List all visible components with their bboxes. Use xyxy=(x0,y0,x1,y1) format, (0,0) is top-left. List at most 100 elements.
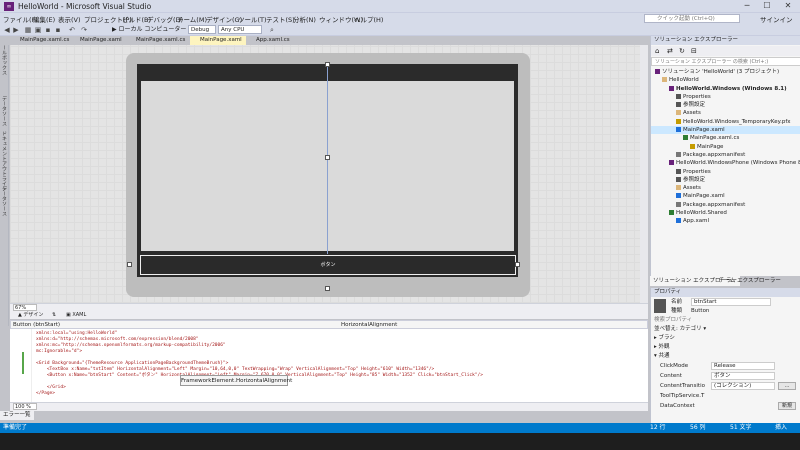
find-icon[interactable]: ⌕ xyxy=(268,26,276,34)
close-button[interactable]: ✕ xyxy=(779,0,797,12)
document-outline-tab[interactable]: ドキュメントアウトライン xyxy=(1,131,8,191)
menu-help[interactable]: ヘルプ(H) xyxy=(354,14,383,24)
home-icon[interactable]: ⌂ xyxy=(655,47,659,55)
code-zoom-select[interactable]: 100 % xyxy=(13,403,37,410)
tree-item[interactable]: HelloWorld.Shared xyxy=(651,209,800,217)
tree-item[interactable]: HelloWorld xyxy=(651,76,800,84)
swap-panes-button[interactable]: ⇅ xyxy=(52,311,56,319)
zoom-select[interactable]: 67% xyxy=(13,304,37,311)
toolbox-tab[interactable]: ツールボックス xyxy=(1,40,8,75)
open-icon[interactable]: ▣ xyxy=(34,26,42,34)
reference-icon xyxy=(676,102,681,108)
menu-view[interactable]: 表示(V) xyxy=(58,14,81,24)
document-tabs: MainPage.xaml.cs MainPage.xaml MainPage.… xyxy=(0,36,648,45)
maximize-button[interactable]: ☐ xyxy=(758,0,776,12)
toolbar: ◀ ▶ ▦ ▣ ▪ ▪ ↶ ↷ ▶ ローカル コンピューター Debug Any… xyxy=(0,24,800,36)
configuration-select[interactable]: Debug xyxy=(188,25,216,34)
minimize-button[interactable]: ─ xyxy=(738,0,756,12)
undo-icon[interactable]: ↶ xyxy=(68,26,76,34)
property-value[interactable]: ボタン xyxy=(711,372,775,380)
data-source-tab-2[interactable]: データソース xyxy=(1,186,8,216)
element-select[interactable]: Button (btnStart) xyxy=(13,322,333,329)
margin-handle[interactable] xyxy=(325,155,330,160)
char-indicator: 51 文字 xyxy=(730,424,752,431)
tree-item[interactable]: MainPage.xaml xyxy=(651,192,800,200)
resize-handle-left[interactable] xyxy=(127,262,132,267)
tab-app-xaml-cs[interactable]: App.xaml.cs xyxy=(246,36,296,45)
member-select[interactable]: HorizontalAlignment xyxy=(341,322,641,329)
folder-icon xyxy=(662,77,667,83)
collapse-icon[interactable]: ⊟ xyxy=(691,47,697,55)
properties-title: プロパティ xyxy=(651,288,800,297)
reference-icon xyxy=(676,176,681,182)
menu-team[interactable]: チーム(M) xyxy=(177,14,207,24)
tree-item-label: Assets xyxy=(683,110,701,117)
resize-handle-bottom[interactable] xyxy=(325,286,330,291)
menu-tools[interactable]: ツール(T) xyxy=(238,14,267,24)
save-icon[interactable]: ▪ xyxy=(44,26,52,34)
solution-search-input[interactable]: ソリューション エクスプローラー の検索 (Ctrl+;) xyxy=(651,57,800,66)
error-list-tab[interactable]: エラー一覧 xyxy=(0,411,34,420)
new-project-icon[interactable]: ▦ xyxy=(24,26,32,34)
bottom-tool-tabs: エラー一覧 xyxy=(0,411,648,422)
tree-item[interactable]: MainPage.xaml xyxy=(651,126,800,135)
tree-item[interactable]: 参照設定 xyxy=(651,176,800,184)
tree-item[interactable]: MainPage xyxy=(651,143,800,151)
property-value[interactable]: (コレクション) xyxy=(711,382,775,390)
run-button[interactable]: ▶ ローカル コンピューター xyxy=(112,25,186,35)
tree-item[interactable]: ソリューション 'HelloWorld' (3 プロジェクト) xyxy=(651,68,800,76)
tab-mainpage-xaml-cs[interactable]: MainPage.xaml.cs xyxy=(10,36,70,45)
signin-link[interactable]: サインイン xyxy=(760,14,793,24)
back-icon[interactable]: ◀ xyxy=(3,26,11,34)
tree-item[interactable]: HelloWorld.WindowsPhone (Windows Phone 8… xyxy=(651,159,800,167)
resize-handle-right[interactable] xyxy=(515,262,520,267)
tree-item[interactable]: Assets xyxy=(651,184,800,192)
button-preview[interactable]: ボタン xyxy=(140,255,516,275)
tab-mainpage-xaml-active[interactable]: MainPage.xaml xyxy=(190,36,246,45)
tree-item[interactable]: MainPage.xaml.cs xyxy=(651,134,800,142)
tree-item[interactable]: Assets xyxy=(651,109,800,117)
designer-vertical-scrollbar[interactable] xyxy=(640,45,648,303)
category-appearance[interactable]: ▸ 外観 xyxy=(654,343,799,352)
tree-item[interactable]: Package.appxmanifest xyxy=(651,151,800,159)
property-search-input[interactable]: 検索プロパティ xyxy=(654,316,799,325)
tab-mainpage-xaml-cs-2[interactable]: MainPage.xaml.cs xyxy=(126,36,190,45)
tree-item[interactable]: Properties xyxy=(651,168,800,176)
window-title: HelloWorld - Microsoft Visual Studio xyxy=(18,2,152,11)
menu-test[interactable]: テスト(S) xyxy=(266,14,295,24)
tree-item[interactable]: Package.appxmanifest xyxy=(651,201,800,209)
menu-edit[interactable]: 編集(E) xyxy=(33,14,55,24)
xaml-tab[interactable]: ▣ XAML xyxy=(66,311,86,319)
tree-item[interactable]: Properties xyxy=(651,93,800,101)
property-action-button[interactable]: ... xyxy=(778,382,796,390)
xaml-code-editor[interactable]: xmlns:local="using:HelloWorld" xmlns:d="h… xyxy=(10,329,648,402)
tab-team-explorer[interactable]: チーム エクスプローラー xyxy=(716,276,784,286)
tree-item[interactable]: App.xaml xyxy=(651,217,800,225)
redo-icon[interactable]: ↷ xyxy=(80,26,88,34)
tree-item[interactable]: HelloWorld.Windows_TemporaryKey.pfx xyxy=(651,118,800,126)
save-all-icon[interactable]: ▪ xyxy=(54,26,62,34)
sync-icon[interactable]: ⇄ xyxy=(667,47,673,55)
tree-item[interactable]: 参照設定 xyxy=(651,101,800,109)
category-common[interactable]: ▾ 共通 xyxy=(654,352,799,361)
xaml-icon xyxy=(676,127,681,133)
category-brush[interactable]: ▸ ブラシ xyxy=(654,334,799,343)
forward-icon[interactable]: ▶ xyxy=(12,26,20,34)
xaml-icon xyxy=(676,193,681,199)
tab-mainpage-xaml[interactable]: MainPage.xaml xyxy=(70,36,126,45)
visual-studio-icon: ∞ xyxy=(4,2,14,11)
data-source-tab[interactable]: データソース xyxy=(1,96,8,126)
menu-analyze[interactable]: 分析(N) xyxy=(293,14,316,24)
quick-launch-input[interactable]: クイック起動 (Ctrl+Q) xyxy=(644,14,740,23)
property-action-button[interactable]: 新規 xyxy=(778,402,796,410)
project-icon xyxy=(669,160,674,166)
platform-select[interactable]: Any CPU xyxy=(218,25,262,34)
property-value[interactable]: Release xyxy=(711,362,775,370)
menu-design[interactable]: デザイン(G) xyxy=(206,14,242,24)
resize-handle-top[interactable] xyxy=(325,62,330,67)
tree-item[interactable]: HelloWorld.Windows (Windows 8.1) xyxy=(651,85,800,93)
arrange-by-select[interactable]: 並べ替え: カテゴリ ▾ xyxy=(654,325,799,334)
design-tab[interactable]: ▲ デザイン xyxy=(18,311,43,319)
name-input[interactable]: btnStart xyxy=(691,298,771,306)
refresh-icon[interactable]: ↻ xyxy=(679,47,685,55)
